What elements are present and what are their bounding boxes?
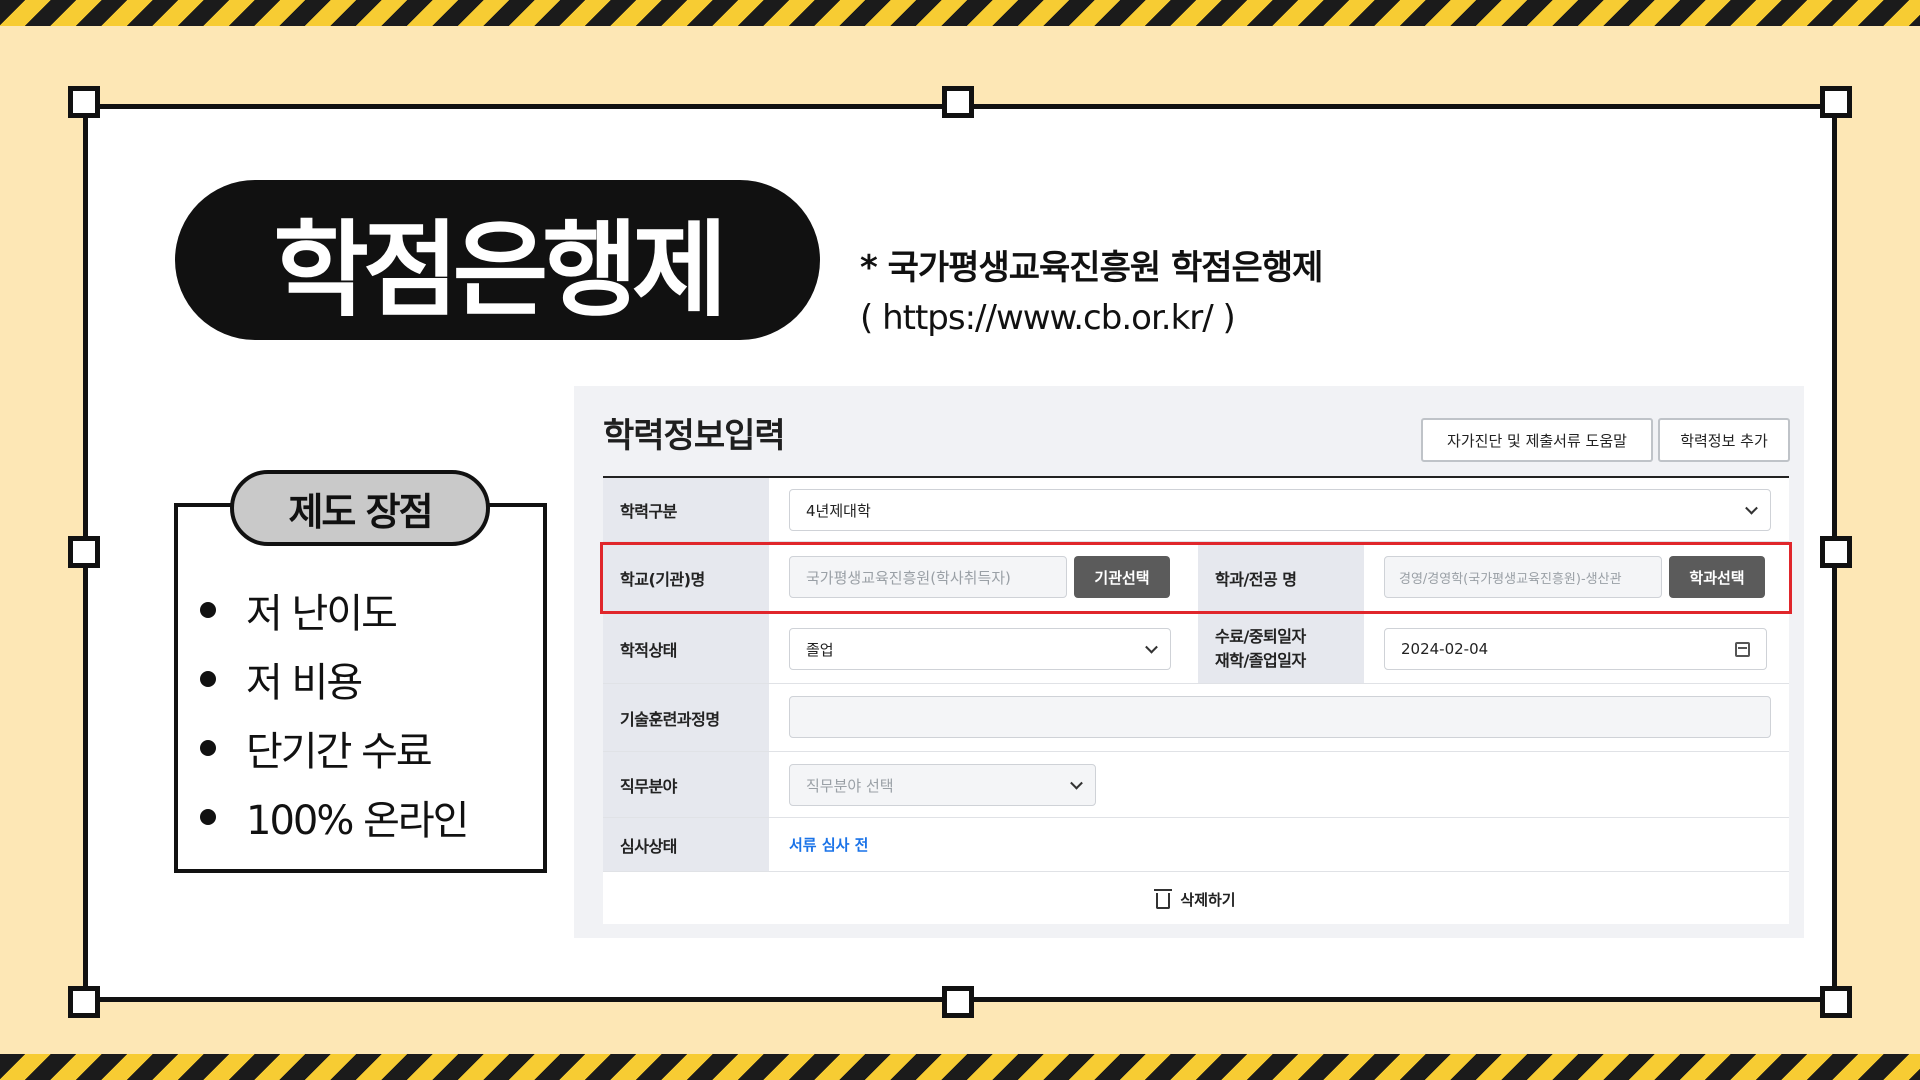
training-label: 기술훈련과정명 <box>603 684 769 751</box>
resize-handle-top-center[interactable] <box>942 86 974 118</box>
add-education-button[interactable]: 학력정보 추가 <box>1658 418 1790 462</box>
review-status-text: 서류 심사 전 <box>789 836 869 854</box>
chevron-down-icon <box>1745 501 1758 515</box>
hazard-stripe-bottom <box>0 1054 1920 1080</box>
form-title: 학력정보입력 <box>603 416 786 456</box>
row-education-type: 학력구분 4년제대학 <box>603 478 1789 542</box>
job-select[interactable]: 직무분야 선택 <box>789 764 1096 806</box>
title-badge: 학점은행제 <box>175 180 820 340</box>
list-item: 100% 온라인 <box>200 782 469 851</box>
resize-handle-middle-right[interactable] <box>1820 536 1852 568</box>
resize-handle-middle-left[interactable] <box>68 536 100 568</box>
calendar-icon[interactable] <box>1735 642 1750 657</box>
bullet-icon <box>200 808 216 825</box>
list-item: 단기간 수료 <box>200 713 467 782</box>
resize-handle-top-right[interactable] <box>1820 86 1852 118</box>
page-title: 학점은행제 <box>273 208 727 331</box>
bullet-icon <box>200 739 216 756</box>
highlight-box <box>600 542 1792 614</box>
job-label: 직무분야 <box>603 752 769 817</box>
resize-handle-bottom-left[interactable] <box>68 986 100 1018</box>
chevron-down-icon <box>1145 640 1158 654</box>
status-select[interactable]: 졸업 <box>789 628 1171 670</box>
chevron-down-icon <box>1070 776 1083 790</box>
review-status: 서류 심사 전 <box>789 818 868 871</box>
education-type-label: 학력구분 <box>603 478 769 541</box>
status-label: 학적상태 <box>603 614 769 683</box>
training-input[interactable] <box>789 696 1771 738</box>
row-status-date: 학적상태 졸업 수료/중퇴일자 재학/졸업일자 2024-02-04 <box>603 614 1789 684</box>
trash-icon <box>1154 889 1173 909</box>
row-training: 기술훈련과정명 <box>603 684 1789 752</box>
date-label: 수료/중퇴일자 재학/졸업일자 <box>1198 614 1364 683</box>
list-item: 저 비용 <box>200 644 467 713</box>
education-form-screenshot: 학력정보입력 자가진단 및 제출서류 도움말 학력정보 추가 학력구분 4년제대… <box>574 386 1804 938</box>
education-type-select[interactable]: 4년제대학 <box>789 489 1771 531</box>
date-input[interactable]: 2024-02-04 <box>1384 628 1767 670</box>
advantages-list: 저 난이도 저 비용 단기간 수료 100% 온라인 <box>200 575 469 851</box>
source-url: ( https://www.cb.or.kr/ ) <box>860 298 1236 338</box>
education-form: 학력구분 4년제대학 학교(기관)명 국가평생교육진흥원(학사취득자) 기관선택… <box>600 476 1792 926</box>
bullet-icon <box>200 670 216 687</box>
delete-button[interactable]: 삭제하기 <box>603 872 1789 926</box>
row-review: 심사상태 서류 심사 전 <box>603 818 1789 872</box>
resize-handle-bottom-center[interactable] <box>942 986 974 1018</box>
bullet-icon <box>200 601 216 618</box>
list-item: 저 난이도 <box>200 575 467 644</box>
advantages-heading: 제도 장점 <box>230 470 490 546</box>
source-caption: * 국가평생교육진흥원 학점은행제 <box>860 248 1323 288</box>
hazard-stripe-top <box>0 0 1920 26</box>
help-button[interactable]: 자가진단 및 제출서류 도움말 <box>1421 418 1653 462</box>
review-label: 심사상태 <box>603 818 769 871</box>
row-job: 직무분야 직무분야 선택 <box>603 752 1789 818</box>
resize-handle-bottom-right[interactable] <box>1820 986 1852 1018</box>
resize-handle-top-left[interactable] <box>68 86 100 118</box>
